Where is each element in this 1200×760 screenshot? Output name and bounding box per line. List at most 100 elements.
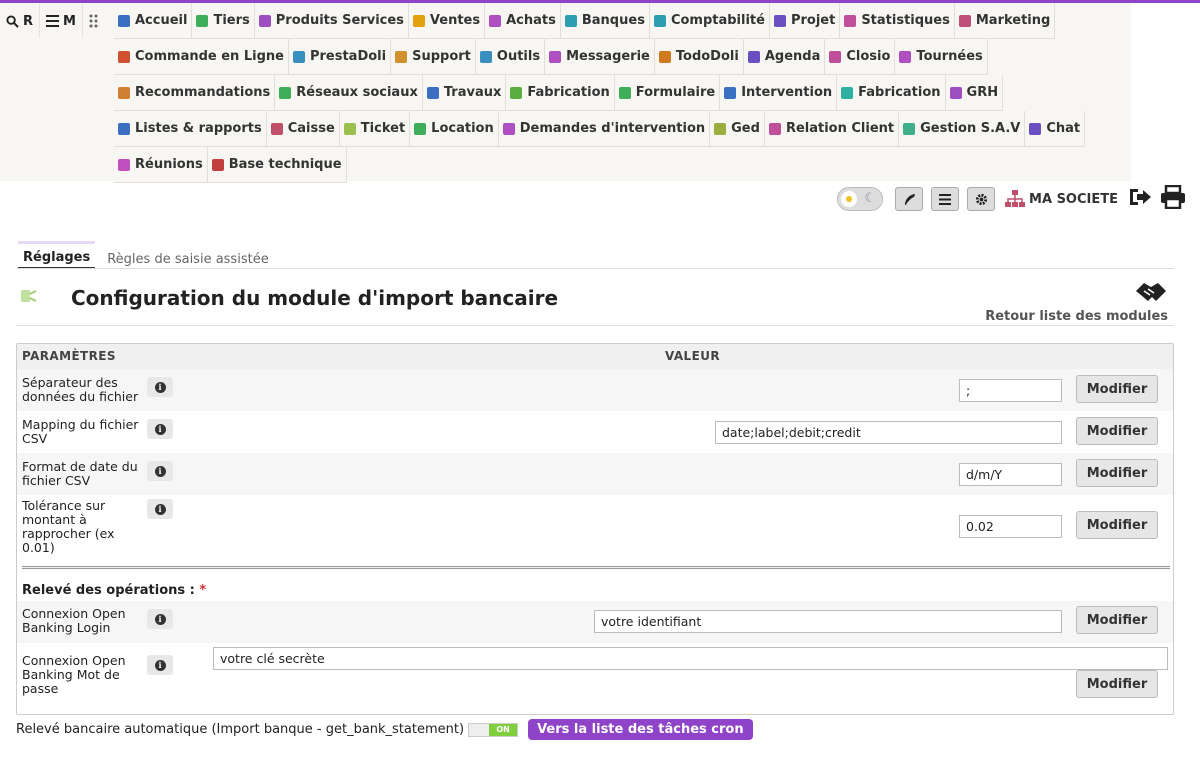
menu-item-tododoli[interactable]: TodoDoli — [654, 39, 744, 75]
tolerance-input[interactable] — [959, 515, 1062, 538]
modify-button[interactable]: Modifier — [1076, 511, 1158, 539]
date-format-input[interactable] — [959, 463, 1062, 486]
menu-item-tiers[interactable]: Tiers — [192, 3, 255, 39]
csv-mapping-input[interactable] — [715, 421, 1062, 444]
list-button[interactable] — [931, 187, 960, 211]
cron-list-button[interactable]: Vers la liste des tâches cron — [528, 719, 753, 740]
menu-item-demandes-d-intervention[interactable]: Demandes d'intervention — [498, 111, 711, 147]
separator-input[interactable] — [959, 379, 1062, 402]
menu-item-messagerie[interactable]: Messagerie — [545, 39, 655, 75]
menu-item-label: Caisse — [287, 121, 335, 136]
print-button[interactable] — [1160, 184, 1186, 213]
menu-item-banques[interactable]: Banques — [560, 3, 650, 39]
menu-item-formulaire[interactable]: Formulaire — [614, 75, 721, 111]
info-icon[interactable]: i — [147, 377, 173, 397]
info-icon[interactable]: i — [147, 609, 173, 629]
menu-item-location[interactable]: Location — [410, 111, 499, 147]
factory-icon — [510, 86, 523, 99]
menu-item-achats[interactable]: Achats — [485, 3, 561, 39]
menu-item-gestion-s-a-v[interactable]: Gestion S.A.V — [899, 111, 1026, 147]
menu-item-support[interactable]: Support — [391, 39, 476, 75]
menu-item-tourn-es[interactable]: Tournées — [895, 39, 988, 75]
logout-button[interactable] — [1128, 187, 1152, 211]
cron-row: Relevé bancaire automatique (Import banq… — [16, 719, 753, 740]
bullhorn-icon — [118, 86, 130, 99]
open-banking-login-input[interactable] — [594, 610, 1062, 633]
company-link[interactable]: MA SOCIETE — [1005, 190, 1118, 208]
feather-button[interactable] — [895, 187, 924, 211]
video-icon — [118, 158, 130, 171]
menu-item-projet[interactable]: Projet — [769, 3, 841, 39]
menu-item-statistiques[interactable]: Statistiques — [840, 3, 955, 39]
menu-item-marketing[interactable]: Marketing — [954, 3, 1056, 39]
menu-item-label: PrestaDoli — [309, 49, 387, 64]
menu-item-base-technique[interactable]: Base technique — [207, 147, 347, 183]
tab-reglages[interactable]: Réglages — [18, 241, 96, 269]
menu-item-caisse[interactable]: Caisse — [266, 111, 340, 147]
coins-icon — [489, 14, 502, 27]
menu-item-label: Réunions — [135, 157, 203, 172]
theme-toggle[interactable]: ☾ — [837, 187, 884, 211]
modify-button[interactable]: Modifier — [1076, 375, 1158, 403]
info-icon[interactable]: i — [147, 499, 173, 519]
cron-label: Relevé bancaire automatique (Import banq… — [16, 722, 465, 737]
menu-control-label: M — [63, 13, 76, 29]
gear-icon — [975, 193, 987, 205]
settings-button[interactable] — [967, 187, 996, 211]
menu-item-commande-en-ligne[interactable]: Commande en Ligne — [114, 39, 289, 75]
menu-row: Recommandations Réseaux sociaux Travaux Fab… — [114, 75, 1004, 111]
menu-item-produits-services[interactable]: Produits Services — [254, 3, 409, 39]
cron-switch[interactable]: ON — [468, 722, 519, 737]
menu-item-comptabilit[interactable]: Comptabilité — [649, 3, 770, 39]
modify-button[interactable]: Modifier — [1076, 417, 1158, 445]
menu-item-ged[interactable]: Ged — [710, 111, 765, 147]
menu-item-label: GRH — [966, 85, 999, 100]
menu-item-recommandations[interactable]: Recommandations — [114, 75, 276, 111]
back-to-modules-link[interactable]: Retour liste des modules — [985, 279, 1168, 324]
param-label: Tolérance sur montant à rapprocher (ex 0… — [22, 498, 115, 555]
menu-item-r-unions[interactable]: Réunions — [114, 147, 208, 183]
menu-item-label: Relation Client — [785, 121, 895, 136]
back-link-text: Retour liste des modules — [985, 309, 1168, 324]
menu-control[interactable]: M — [40, 4, 83, 38]
menu-item-relation-client[interactable]: Relation Client — [764, 111, 900, 147]
menu-item-ticket[interactable]: Ticket — [339, 111, 411, 147]
menu-item-ventes[interactable]: Ventes — [408, 3, 486, 39]
print-icon — [1161, 184, 1185, 210]
target-icon — [829, 50, 842, 63]
open-banking-password-input[interactable] — [213, 647, 1168, 670]
modify-button[interactable]: Modifier — [1076, 670, 1158, 698]
file-plus-icon — [502, 122, 515, 135]
info-icon[interactable]: i — [147, 655, 173, 675]
menu-item-chat[interactable]: Chat — [1025, 111, 1086, 147]
menu-item-label: Réseaux sociaux — [296, 85, 418, 100]
menu-item-grh[interactable]: GRH — [945, 75, 1004, 111]
info-icon[interactable]: i — [147, 461, 173, 481]
modify-button[interactable]: Modifier — [1076, 459, 1158, 487]
handshake-icon — [903, 122, 916, 135]
menu-item-travaux[interactable]: Travaux — [422, 75, 507, 111]
menu-item-fabrication[interactable]: Fabrication — [506, 75, 615, 111]
tab-regles-saisie[interactable]: Règles de saisie assistée — [95, 246, 280, 269]
menu-item-label: Recommandations — [135, 85, 271, 100]
table-row: Mapping du fichier CSV i Modifier — [17, 411, 1173, 453]
menu-row: Commande en Ligne PrestaDoli Support Outils… — [114, 39, 988, 75]
modify-button[interactable]: Modifier — [1076, 606, 1158, 634]
apps-control[interactable] — [83, 4, 111, 38]
param-label: Mapping du fichier CSV — [22, 417, 139, 446]
menu-item-fabrication[interactable]: Fabrication — [837, 75, 946, 111]
table-row: Tolérance sur montant à rapprocher (ex 0… — [17, 495, 1173, 557]
menu-item-outils[interactable]: Outils — [475, 39, 546, 75]
sitemap-icon — [1005, 190, 1026, 207]
menu-item-prestadoli[interactable]: PrestaDoli — [288, 39, 392, 75]
form-icon — [618, 86, 631, 99]
menu-item-intervention[interactable]: Intervention — [720, 75, 838, 111]
menu-item-agenda[interactable]: Agenda — [743, 39, 826, 75]
info-icon[interactable]: i — [147, 419, 173, 439]
menu-item-accueil[interactable]: Accueil — [114, 3, 193, 39]
menu-item-closio[interactable]: Closio — [825, 39, 896, 75]
menu-item-listes-rapports[interactable]: Listes & rapports — [114, 111, 267, 147]
tab-divider — [16, 268, 1174, 269]
search-control[interactable]: R — [0, 4, 41, 38]
menu-item-r-seaux-sociaux[interactable]: Réseaux sociaux — [275, 75, 423, 111]
